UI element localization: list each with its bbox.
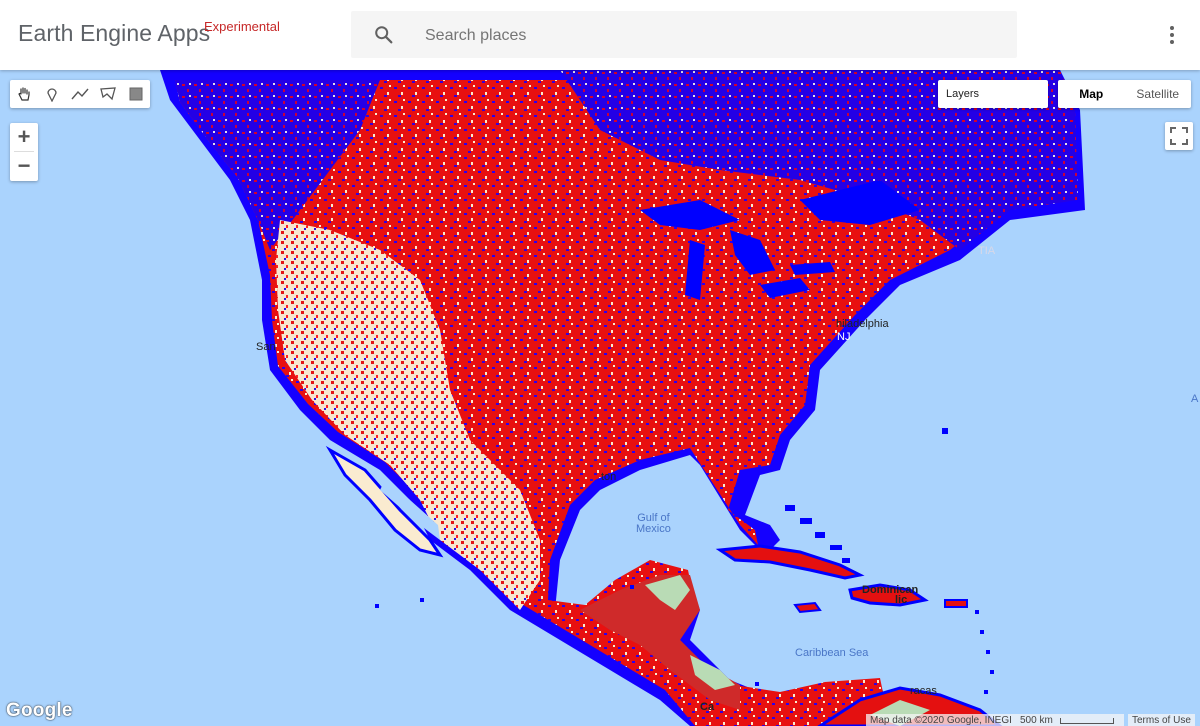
rectangle-icon[interactable] bbox=[122, 80, 150, 108]
terms-of-use-link[interactable]: Terms of Use bbox=[1128, 714, 1195, 726]
drawing-toolbar bbox=[10, 80, 150, 108]
label-ton: ton bbox=[601, 471, 617, 483]
label-republic: lic bbox=[895, 594, 908, 606]
zoom-in-button[interactable]: + bbox=[10, 123, 38, 151]
google-logo: Google bbox=[6, 700, 73, 721]
map-layer bbox=[160, 70, 1085, 726]
experimental-badge: Experimental bbox=[204, 19, 280, 34]
app-title: Earth Engine Apps bbox=[18, 20, 211, 46]
map-type-satellite-button[interactable]: Satellite bbox=[1125, 80, 1192, 108]
label-caribbean-sea: Caribbean Sea bbox=[795, 647, 869, 659]
label-san: San bbox=[256, 341, 276, 353]
search-box[interactable] bbox=[351, 11, 1017, 60]
label-gulf-line2: Mexico bbox=[636, 523, 671, 535]
scale-bar[interactable]: 500 km bbox=[1016, 714, 1124, 726]
marker-icon[interactable] bbox=[38, 80, 66, 108]
more-vert-icon[interactable] bbox=[1160, 22, 1184, 48]
label-caracas: racas bbox=[910, 685, 937, 697]
hand-pan-icon[interactable] bbox=[10, 80, 38, 108]
label-philadelphia: hiladelphia bbox=[836, 318, 889, 330]
label-a: A bbox=[1191, 393, 1199, 405]
app-header: Earth Engine Apps Experimental bbox=[0, 0, 1200, 70]
polygon-icon[interactable] bbox=[94, 80, 122, 108]
map-canvas[interactable]: + − Layers Map Satellite San hiladelphia… bbox=[0, 70, 1200, 726]
cuba bbox=[715, 544, 865, 580]
layers-dropdown[interactable]: Layers bbox=[938, 80, 1048, 108]
label-ca: Ca bbox=[700, 701, 715, 713]
zoom-control: + − bbox=[10, 123, 38, 181]
map-type-map-button[interactable]: Map bbox=[1058, 80, 1125, 108]
label-tia: TIA bbox=[978, 245, 996, 257]
puerto-rico bbox=[944, 599, 968, 608]
scale-ruler bbox=[1060, 718, 1114, 724]
fullscreen-icon[interactable] bbox=[1165, 122, 1193, 150]
label-gulf-of-mexico: Gulf of Mexico bbox=[636, 513, 671, 535]
map-type-control: Map Satellite bbox=[1058, 80, 1191, 108]
map-attribution: Map data ©2020 Google, INEGI bbox=[866, 714, 1016, 726]
label-dominican: Dominican bbox=[862, 584, 919, 596]
jamaica bbox=[793, 601, 822, 614]
scale-label: 500 km bbox=[1020, 715, 1053, 726]
search-input[interactable] bbox=[423, 11, 997, 60]
zoom-out-button[interactable]: − bbox=[10, 152, 38, 180]
search-icon[interactable] bbox=[373, 24, 395, 46]
polyline-icon[interactable] bbox=[66, 80, 94, 108]
label-nj: NJ bbox=[837, 331, 851, 343]
